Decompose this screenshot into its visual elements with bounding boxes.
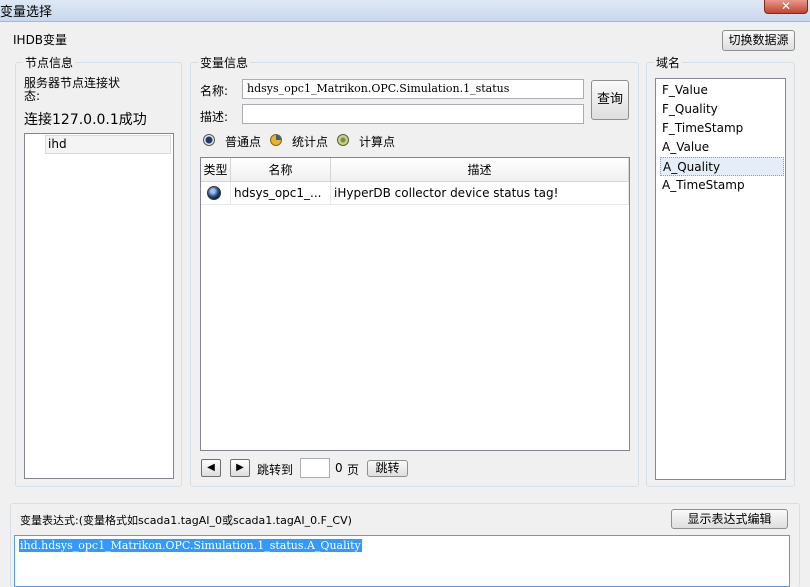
domain-item-f-timestamp[interactable]: F_TimeStamp bbox=[660, 119, 784, 138]
switch-source-button[interactable]: 切换数据源 bbox=[722, 30, 795, 51]
name-cell: hdsys_opc1_... bbox=[231, 182, 331, 205]
stat-point-icon[interactable] bbox=[270, 134, 282, 146]
desc-label: 描述: bbox=[200, 110, 229, 124]
node-info-title: 节点信息 bbox=[23, 54, 76, 71]
desc-cell: iHyperDB collector device status tag! bbox=[331, 182, 629, 205]
expression-label: 变量表达式:(变量格式如scada1.tagAI_0或scada1.tagAI_… bbox=[20, 514, 352, 527]
node-list[interactable]: ihd bbox=[24, 133, 174, 479]
next-page-button[interactable]: ▶ bbox=[230, 459, 250, 477]
column-header-type[interactable]: 类型 bbox=[201, 158, 231, 182]
variable-select-window: 变量选择 ✕ IHDB变量 切换数据源 节点信息 服务器节点连接状态: 连接12… bbox=[0, 0, 810, 587]
jump-button[interactable]: 跳转 bbox=[367, 460, 408, 477]
domain-item-f-quality[interactable]: F_Quality bbox=[660, 100, 784, 119]
domain-list[interactable]: F_Value F_Quality F_TimeStamp A_Value A_… bbox=[655, 78, 786, 480]
domain-item-a-value[interactable]: A_Value bbox=[660, 138, 784, 157]
domain-item-a-timestamp[interactable]: A_TimeStamp bbox=[660, 176, 784, 195]
domain-item-a-quality[interactable]: A_Quality bbox=[660, 157, 784, 176]
type-cell bbox=[201, 182, 231, 205]
domain-title: 域名 bbox=[654, 54, 683, 71]
normal-point-icon[interactable] bbox=[203, 134, 215, 146]
goto-label: 跳转到 bbox=[257, 463, 294, 477]
point-type-stat-label[interactable]: 统计点 bbox=[292, 133, 328, 150]
prev-page-button[interactable]: ◀ bbox=[201, 459, 221, 477]
name-label: 名称: bbox=[200, 84, 229, 98]
app-label: IHDB变量 bbox=[13, 33, 68, 47]
page-input[interactable] bbox=[300, 458, 330, 478]
domain-item-f-value[interactable]: F_Value bbox=[660, 81, 784, 100]
desc-input[interactable] bbox=[242, 104, 584, 124]
page-count: 0 bbox=[335, 461, 343, 475]
calc-point-icon[interactable] bbox=[337, 134, 349, 146]
expression-value: ihd.hdsys_opc1_Matrikon.OPC.Simulation.1… bbox=[19, 539, 362, 552]
table-row[interactable]: hdsys_opc1_... iHyperDB collector device… bbox=[201, 182, 629, 205]
connection-status-value: 连接127.0.0.1成功 bbox=[24, 112, 147, 128]
column-header-name[interactable]: 名称 bbox=[231, 158, 331, 182]
show-expression-editor-button[interactable]: 显示表达式编辑 bbox=[671, 509, 788, 529]
point-type-calc-label[interactable]: 计算点 bbox=[359, 133, 395, 150]
normal-point-icon bbox=[207, 186, 221, 200]
window-title: 变量选择 bbox=[0, 5, 53, 20]
connection-status-label: 服务器节点连接状态: bbox=[24, 76, 121, 103]
query-button[interactable]: 查询 bbox=[591, 80, 629, 120]
point-type-normal-label[interactable]: 普通点 bbox=[225, 133, 261, 150]
name-input[interactable]: hdsys_opc1_Matrikon.OPC.Simulation.1_sta… bbox=[242, 79, 584, 99]
title-bar: 变量选择 ✕ bbox=[0, 0, 810, 22]
page-unit: 页 bbox=[347, 463, 360, 477]
node-item[interactable]: ihd bbox=[45, 135, 171, 154]
variable-table: 类型 名称 描述 hdsys_opc1_... iHyperDB collect… bbox=[200, 157, 630, 451]
close-button[interactable]: ✕ bbox=[764, 0, 808, 14]
expression-input[interactable]: ihd.hdsys_opc1_Matrikon.OPC.Simulation.1… bbox=[14, 535, 790, 587]
column-header-desc[interactable]: 描述 bbox=[331, 158, 629, 182]
var-info-title: 变量信息 bbox=[198, 54, 251, 71]
